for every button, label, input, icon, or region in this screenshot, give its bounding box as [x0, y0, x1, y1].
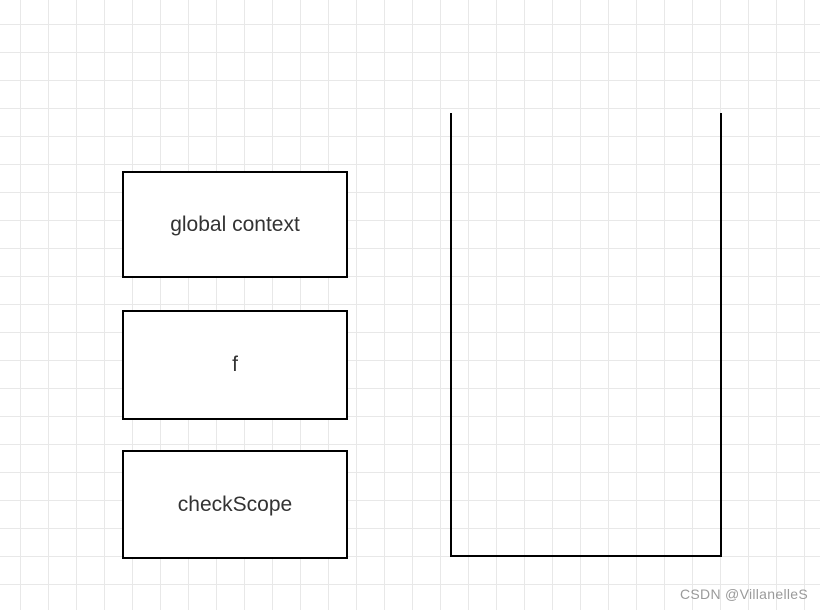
- box-check-scope-label: checkScope: [178, 493, 292, 517]
- box-check-scope: checkScope: [122, 450, 348, 559]
- watermark-text: CSDN @VillanelleS: [680, 586, 808, 602]
- box-f: f: [122, 310, 348, 420]
- u-shape-left-line: [450, 113, 452, 557]
- box-global-context: global context: [122, 171, 348, 278]
- u-shape-container: [450, 113, 722, 557]
- u-shape-right-line: [720, 113, 722, 557]
- u-shape-bottom-line: [450, 555, 722, 557]
- box-global-context-label: global context: [170, 213, 300, 237]
- box-f-label: f: [232, 353, 238, 377]
